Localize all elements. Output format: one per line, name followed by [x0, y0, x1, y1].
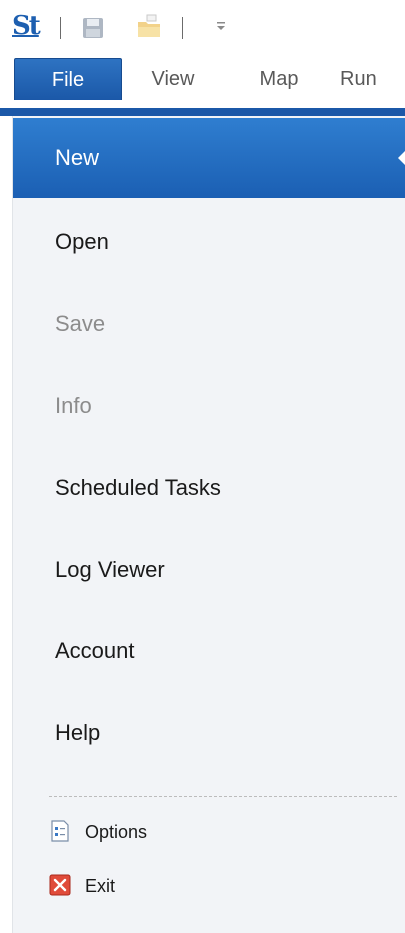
ribbon-tab-bar: File View Map Run: [0, 50, 405, 108]
toolbar-separator: [60, 17, 61, 39]
menu-item-label: Scheduled Tasks: [55, 475, 221, 500]
ribbon-accent-line: [0, 108, 405, 116]
menu-item-label: New: [55, 145, 100, 170]
backstage-menu: New Open Save Info Scheduled Tasks Log V…: [12, 116, 405, 933]
open-folder-icon[interactable]: [136, 13, 162, 39]
menu-item-label: Log Viewer: [55, 557, 165, 582]
toolbar-separator: [182, 17, 183, 39]
save-icon[interactable]: [82, 17, 104, 39]
exit-label: Exit: [85, 876, 116, 896]
menu-item-new[interactable]: New: [13, 118, 405, 198]
app-logo: St: [12, 11, 41, 41]
menu-item-label: Help: [55, 720, 101, 745]
menu-item-save: Save: [13, 284, 405, 364]
menu-item-label: Info: [55, 393, 92, 418]
menu-item-info: Info: [13, 366, 405, 446]
quick-access-toolbar: St: [0, 0, 405, 50]
menu-item-options[interactable]: Options: [49, 818, 147, 846]
options-document-icon: [51, 820, 69, 842]
tab-file[interactable]: File: [14, 58, 122, 100]
menu-item-log-viewer[interactable]: Log Viewer: [13, 530, 405, 610]
tab-view[interactable]: View: [128, 58, 218, 100]
menu-item-label: Open: [55, 229, 109, 254]
menu-item-account[interactable]: Account: [13, 611, 405, 691]
options-label: Options: [85, 822, 148, 842]
menu-item-label: Save: [55, 311, 106, 336]
menu-item-scheduled-tasks[interactable]: Scheduled Tasks: [13, 448, 405, 528]
exit-x-icon: [49, 874, 71, 896]
menu-item-exit[interactable]: Exit: [49, 872, 115, 900]
menu-item-help[interactable]: Help: [13, 693, 405, 773]
tab-run[interactable]: Run: [340, 58, 405, 100]
customize-dropdown-icon[interactable]: [215, 20, 227, 32]
menu-item-open[interactable]: Open: [13, 202, 405, 282]
menu-divider: [49, 796, 397, 797]
menu-item-label: Account: [55, 638, 135, 663]
selection-notch: [398, 148, 405, 168]
tab-map[interactable]: Map: [234, 58, 324, 100]
